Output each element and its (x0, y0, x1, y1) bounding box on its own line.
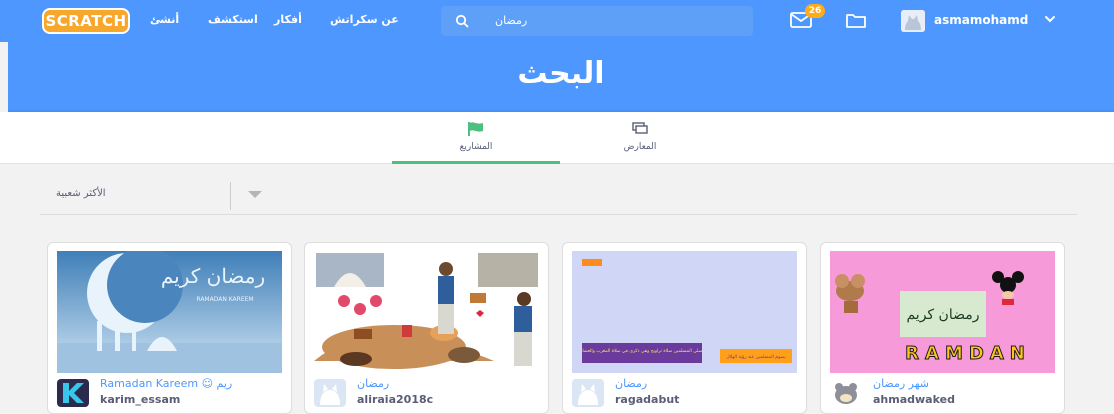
project-thumbnail[interactable]: رمضان كريم RAMADAN KAREEM (57, 251, 282, 373)
ramadan-cartoon-image: رمضان كريم RAMDAN (830, 251, 1055, 373)
chevron-down-icon[interactable] (1044, 13, 1056, 25)
flag-icon (468, 122, 483, 136)
user-avatar[interactable] (901, 10, 925, 32)
thumbnail-script-text: رمضان كريم (161, 264, 265, 288)
tab-projects[interactable]: المشاريع (392, 112, 560, 164)
ramadan-kareem-image: رمضان كريم RAMADAN KAREEM (57, 251, 282, 373)
studio-icon (632, 122, 648, 134)
cat-avatar-icon (901, 10, 925, 32)
tab-projects-label: المشاريع (459, 142, 493, 152)
project-title[interactable]: رمضان (357, 377, 389, 390)
search-banner: البحث (8, 42, 1114, 112)
tab-studios-label: المعارض (623, 142, 657, 152)
cat-avatar-icon (314, 379, 346, 407)
project-title[interactable]: رمضان (615, 377, 647, 390)
sort-filter[interactable]: الأكثر شعبية (40, 175, 1077, 215)
author-avatar[interactable] (314, 379, 346, 407)
ramadan-food-collage-image (314, 251, 539, 373)
author-avatar[interactable] (57, 379, 89, 407)
project-title[interactable]: شهر رمضان (873, 377, 929, 390)
thumbnail-script-text: رمضان كريم (906, 307, 979, 323)
caret-down-icon[interactable] (248, 191, 262, 199)
messages-count-badge: 26 (805, 4, 825, 18)
thumbnail-ramdan-text: RAMDAN (905, 343, 1031, 364)
top-nav-bar: SCRATCH أنشئ استكشف أفكار عن سكراتش رمضا… (0, 0, 1114, 42)
my-stuff-folder-icon[interactable] (845, 11, 867, 29)
project-thumbnail[interactable]: رمضان كريم RAMDAN (830, 251, 1055, 373)
author-k-logo-icon (57, 379, 89, 407)
thumbnail-box-text-right: يصوم المسلمين عند رؤية الهلال (726, 355, 786, 360)
thumbnail-caption-text: RAMADAN KAREEM (196, 296, 253, 303)
scratch-logo[interactable]: SCRATCH (42, 8, 130, 34)
nav-link-explore[interactable]: استكشف (208, 13, 258, 26)
ramadan-text-cards-image: يصلي المسلمين صلاة تراويح وهي ذكرى في صل… (572, 251, 797, 373)
search-bar[interactable]: رمضان (441, 6, 753, 36)
search-icon[interactable] (455, 14, 469, 28)
nav-link-about[interactable]: عن سكراتش (330, 13, 399, 26)
sort-filter-value[interactable]: الأكثر شعبية (56, 188, 106, 199)
project-thumbnail[interactable] (314, 251, 539, 373)
project-title[interactable]: Ramadan Kareem ☺ ريم (100, 377, 232, 390)
page-title: البحث (517, 56, 605, 91)
nav-link-ideas[interactable]: أفكار (274, 13, 302, 26)
project-card[interactable]: يصلي المسلمين صلاة تراويح وهي ذكرى في صل… (562, 242, 807, 414)
tom-cat-avatar-icon (830, 379, 862, 407)
project-author[interactable]: ragadabut (615, 393, 679, 406)
filter-divider (230, 182, 231, 210)
search-input[interactable]: رمضان (495, 14, 527, 27)
thumbnail-box-text-left: يصلي المسلمين صلاة تراويح وهي ذكرى في صل… (580, 348, 704, 354)
tabs-bar: المشاريع المعارض (0, 112, 1114, 164)
username[interactable]: asmamohamd (934, 13, 1028, 27)
author-avatar[interactable] (572, 379, 604, 407)
project-thumbnail[interactable]: يصلي المسلمين صلاة تراويح وهي ذكرى في صل… (572, 251, 797, 373)
project-card[interactable]: رمضان كريم RAMDAN شهر رمضان ahmadwaked (820, 242, 1065, 414)
tab-studios[interactable]: المعارض (556, 112, 724, 164)
project-author[interactable]: aliraia2018c (357, 393, 433, 406)
project-card[interactable]: رمضان كريم RAMADAN KAREEM Ramadan Kareem… (47, 242, 292, 414)
project-author[interactable]: ahmadwaked (873, 393, 955, 406)
nav-link-create[interactable]: أنشئ (150, 13, 179, 26)
cat-avatar-icon (572, 379, 604, 407)
project-author[interactable]: karim_essam (100, 393, 180, 406)
author-avatar[interactable] (830, 379, 862, 407)
project-card[interactable]: رمضان aliraia2018c (304, 242, 549, 414)
